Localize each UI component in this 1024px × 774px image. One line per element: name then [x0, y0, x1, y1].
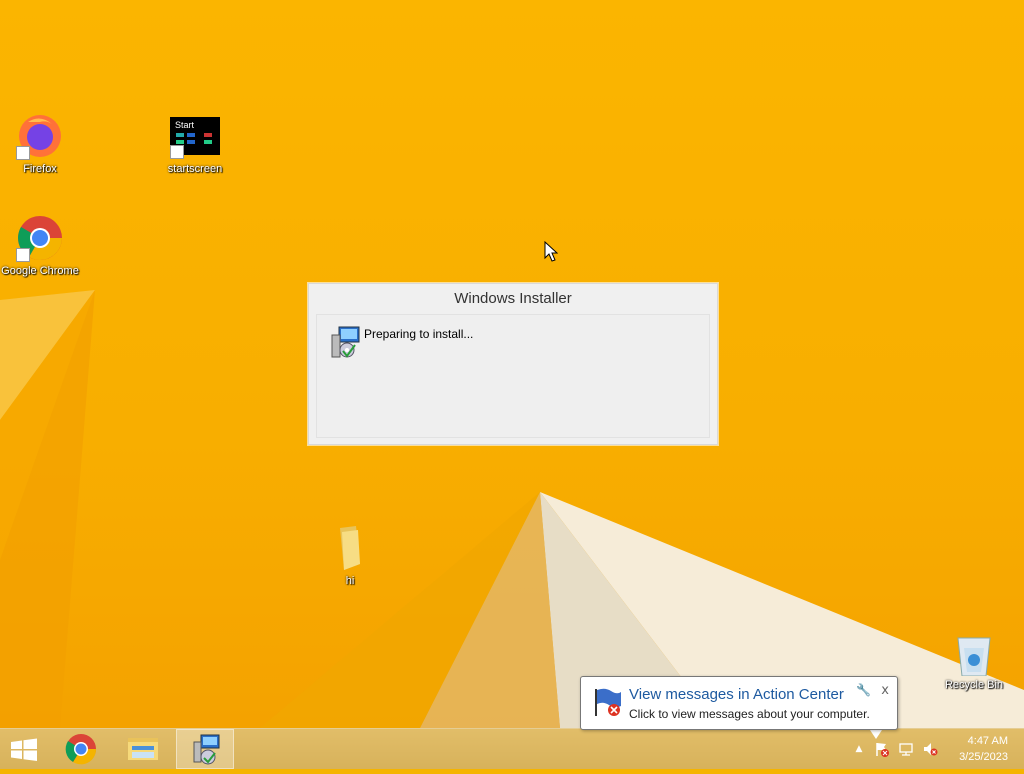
desktop-icon-label: startscreen	[167, 163, 223, 175]
close-button[interactable]: x	[881, 683, 889, 698]
file-explorer-icon	[128, 738, 158, 760]
wrench-icon[interactable]: 🔧	[856, 683, 871, 697]
start-button[interactable]	[0, 729, 48, 769]
shortcut-arrow-icon	[16, 248, 30, 262]
startscreen-thumb-label: Start	[175, 120, 195, 130]
shortcut-arrow-icon	[16, 146, 30, 160]
clock-time: 4:47 AM	[967, 735, 1008, 747]
startscreen-icon: Start	[170, 117, 220, 159]
recycle-bin-icon	[950, 632, 998, 677]
volume-muted-icon[interactable]	[922, 741, 938, 757]
desktop-icon-firefox[interactable]: Firefox	[0, 112, 80, 177]
desktop-icon-label: hi	[345, 575, 355, 587]
show-hidden-icons-button[interactable]: ▲	[851, 741, 867, 757]
taskbar-file-explorer-button[interactable]	[114, 729, 172, 769]
mouse-cursor-icon	[544, 241, 558, 262]
installer-status-text: Preparing to install...	[364, 327, 474, 341]
desktop-icon-label: Google Chrome	[1, 265, 79, 277]
dialog-body: Preparing to install...	[316, 314, 710, 438]
chrome-icon	[16, 214, 64, 262]
network-icon[interactable]	[898, 741, 914, 757]
taskbar-chrome-button[interactable]	[52, 729, 110, 769]
folder-icon	[326, 524, 374, 572]
dialog-title: Windows Installer	[454, 290, 572, 307]
desktop-icon-chrome[interactable]: Google Chrome	[0, 214, 80, 279]
action-center-notification[interactable]: View messages in Action Center Click to …	[580, 676, 898, 730]
desktop-icon-startscreen[interactable]: Start startscreen	[155, 112, 235, 177]
firefox-icon	[16, 112, 64, 160]
notification-title[interactable]: View messages in Action Center	[629, 686, 844, 703]
windows-installer-dialog[interactable]: Windows Installer Preparing to install..…	[308, 283, 718, 445]
taskbar-windows-installer-button[interactable]	[176, 729, 234, 769]
windows-installer-icon	[329, 325, 361, 359]
shortcut-arrow-icon	[170, 145, 184, 159]
taskbar-clock[interactable]: 4:47 AM 3/25/2023	[959, 733, 1008, 765]
desktop-icon-label: Recycle Bin	[944, 679, 1004, 691]
windows-installer-icon	[193, 734, 220, 765]
desktop-icon-folder[interactable]: hi	[310, 524, 390, 589]
start-icon	[11, 738, 37, 761]
notification-text: Click to view messages about your comput…	[629, 707, 870, 721]
desktop-icon-label: Firefox	[23, 163, 57, 175]
chrome-icon	[65, 734, 97, 765]
action-center-icon[interactable]	[874, 741, 890, 757]
desktop-icon-recycle-bin[interactable]: Recycle Bin	[934, 632, 1014, 693]
action-center-icon	[591, 686, 623, 718]
clock-date: 3/25/2023	[959, 751, 1008, 763]
